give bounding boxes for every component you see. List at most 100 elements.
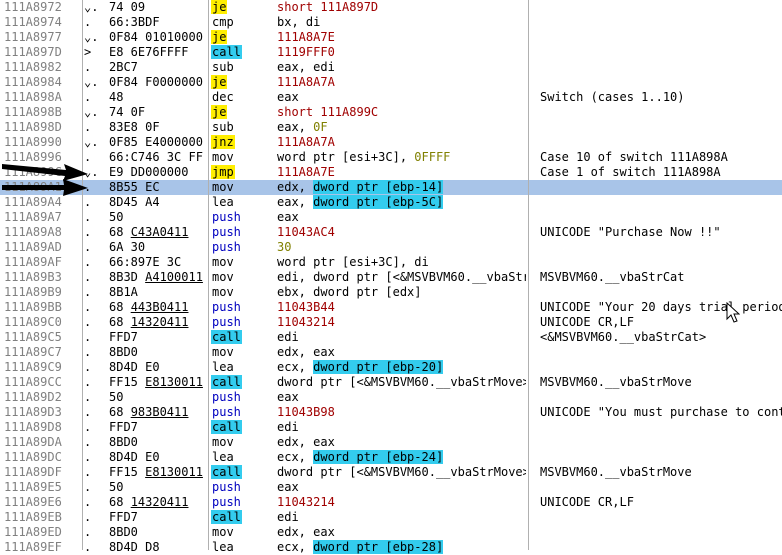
disassembly-row[interactable]: 111A898A. 48 dec eax Switch (cases 1..10) [0, 90, 782, 105]
comment-cell: MSVBVM60.__vbaStrCat [540, 270, 685, 284]
hex-bytes: 68 [109, 495, 131, 509]
disassembly-row[interactable]: 111A899C⌄.E9 DD000000jmp111A8A7ECase 1 o… [0, 165, 782, 180]
comment-cell: <&MSVBVM60.__vbaStrCat> [540, 330, 707, 344]
hex-bytes: 8BD0 [109, 345, 138, 359]
mnemonic-cell: lea [211, 360, 273, 375]
hex-bytes-cell: 48 [109, 90, 209, 105]
hex-bytes-cell: 8D4D E0 [109, 450, 209, 465]
operands-cell: edi [277, 330, 526, 345]
disassembly-row[interactable]: 111A89EB. FFD7 call edi [0, 510, 782, 525]
jump-marker: ⌄. [84, 135, 99, 149]
hex-bytes: 8B55 EC [109, 180, 160, 194]
hex-bytes: 48 [109, 90, 124, 104]
disassembly-row[interactable]: 111A8972 ⌄. 74 09 je short 111A897D [0, 0, 782, 15]
jump-marker: . [84, 240, 92, 254]
disassembly-row[interactable]: 111A89AF. 66:897E 3C mov word ptr [esi+3C],… [0, 255, 782, 270]
operands: 111A8A7E [277, 165, 335, 179]
mnemonic: je [211, 0, 228, 14]
disassembly-row[interactable]: 111A89EF. 8D4D D8 lea ecx, dword ptr [ebp-2… [0, 540, 782, 555]
disassembly-row[interactable]: 111A8984 ⌄. 0F84 F0000000 je 111A8A7A [0, 75, 782, 90]
disassembly-row[interactable]: 111A89A4. 8D45 A4 lea eax, dword ptr [ebp-5… [0, 195, 782, 210]
disassembly-row[interactable]: 111A89DA. 8BD0 mov edx, eax [0, 435, 782, 450]
operands-cell: ebx, dword ptr [edx] [277, 285, 526, 300]
disassembly-row[interactable]: 111A89D8. FFD7 call edi [0, 420, 782, 435]
disassembly-row[interactable]: 111A89DC. 8D4D E0 lea ecx, dword ptr [ebp-2… [0, 450, 782, 465]
comment-cell: Case 1 of switch 111A898A [540, 165, 721, 179]
hex-bytes: 8B3D [109, 270, 146, 284]
address-cell: 111A897D [4, 45, 62, 59]
mnemonic: push [212, 480, 241, 494]
mnemonic-cell: dec [211, 90, 273, 105]
disassembly-row[interactable]: 111A8982. 2BC7 sub eax, edi [0, 60, 782, 75]
jump-marker: . [84, 450, 92, 464]
black-arrow-icon [2, 164, 88, 196]
mnemonic-cell: je [211, 105, 273, 120]
operands: edi [277, 330, 299, 344]
hex-bytes-cell: 6A 30 [109, 240, 209, 255]
hex-bytes: 50 [109, 210, 124, 224]
operands: 111A8A7A [277, 135, 335, 149]
mnemonic: push [212, 315, 241, 329]
comment-cell [540, 0, 782, 15]
disassembly-row[interactable]: 111A898B ⌄. 74 0F je short 111A899C [0, 105, 782, 120]
jump-marker: ⌄. [84, 0, 99, 14]
operands: ecx, [277, 450, 314, 464]
disassembly-row[interactable]: 111A8996. 66:C746 3C FF mov word ptr [esi+3… [0, 150, 782, 165]
column-separator-hex [208, 0, 209, 550]
disassembly-row[interactable]: 111A89DF. FF15 E8130011 call dword ptr [<&M… [0, 465, 782, 480]
address-cell: 111A89D8 [4, 420, 62, 434]
disassembly-row[interactable]: 111A8977 ⌄. 0F84 01010000 je 111A8A7E [0, 30, 782, 45]
disassembly-row[interactable]: 111A89A1.8B55 ECmovedx, dword ptr [ebp-1… [0, 180, 782, 195]
comment-cell [540, 195, 782, 210]
operands: eax [277, 390, 299, 404]
comment-cell [540, 510, 782, 525]
disassembly-row[interactable]: 111A89C7. 8BD0 mov edx, eax [0, 345, 782, 360]
disassembly-row[interactable]: 111A89AD. 6A 30 push 30 [0, 240, 782, 255]
hex-bytes: 8D4D D8 [109, 540, 160, 554]
mnemonic-cell: sub [211, 60, 273, 75]
hex-bytes-cell: 8B3D A4100011 [109, 270, 209, 285]
disassembly-row[interactable]: 111A89A8. 68 C43A0411 push 11043AC4 UNICODE … [0, 225, 782, 240]
mnemonic-cell: call [211, 45, 273, 60]
disassembly-row[interactable]: 111A89B9. 8B1A mov ebx, dword ptr [edx] [0, 285, 782, 300]
hex-bytes: FF15 [109, 375, 146, 389]
disassembly-row[interactable]: 111A89E5. 50 push eax [0, 480, 782, 495]
hex-bytes: 8BD0 [109, 525, 138, 539]
disassembly-row[interactable]: 111A898D. 83E8 0F sub eax, 0F [0, 120, 782, 135]
disassembly-row[interactable]: 111A89C0. 68 14320411 push 11043214 UNICODE … [0, 315, 782, 330]
disassembly-row[interactable]: 111A89E6. 68 14320411 push 11043214 UNICODE … [0, 495, 782, 510]
operands: eax [277, 210, 299, 224]
mnemonic-cell: mov [211, 285, 273, 300]
address-cell: 111A8990 [4, 135, 62, 149]
operands-cell: 11043214 [277, 495, 526, 510]
hex-bytes-cell: 66:3BDF [109, 15, 209, 30]
mnemonic: je [211, 105, 228, 119]
operands-cell: eax [277, 90, 526, 105]
address-cell: 111A89ED [4, 525, 62, 539]
hex-bytes: 66:C746 3C FF [109, 150, 203, 164]
disassembly-row[interactable]: 111A89ED. 8BD0 mov edx, eax [0, 525, 782, 540]
disassembly-row[interactable]: 111A89C9. 8D4D E0 lea ecx, dword ptr [ebp-2… [0, 360, 782, 375]
operands-cell: edx, eax [277, 435, 526, 450]
hex-bytes-cell: 8D4D D8 [109, 540, 209, 555]
operands: short 111A899C [277, 105, 379, 119]
disassembly-row[interactable]: 111A89B3. 8B3D A4100011 mov edi, dword ptr … [0, 270, 782, 285]
disassembly-row[interactable]: 111A89D3. 68 983B0411 push 11043B98 UNICODE … [0, 405, 782, 420]
disassembly-row[interactable]: 111A89C5. FFD7 call edi <&MSVBVM60.__vbaStrC… [0, 330, 782, 345]
disassembly-row[interactable]: 111A89CC. FF15 E8130011 call dword ptr [<&M… [0, 375, 782, 390]
disassembly-row[interactable]: 111A89A7. 50 push eax [0, 210, 782, 225]
mnemonic: push [212, 240, 241, 254]
hex-bytes-cell: 8B55 EC [109, 180, 209, 195]
disassembly-row[interactable]: 111A8990 ⌄. 0F85 E4000000 jnz 111A8A7A [0, 135, 782, 150]
hex-bytes-cell: 68 14320411 [109, 315, 209, 330]
operands-cell: 111A8A7A [277, 135, 526, 150]
comment-cell: UNICODE "Purchase Now !!" [540, 225, 721, 239]
disassembly-row[interactable]: 111A89D2. 50 push eax [0, 390, 782, 405]
disassembly-row[interactable]: 111A89BB. 68 443B0411 push 11043B44 UNICODE … [0, 300, 782, 315]
address-cell: 111A898A [4, 90, 62, 104]
disassembly-row[interactable]: 111A897D > E8 6E76FFFF call 1119FFF0 [0, 45, 782, 60]
memory-operand: dword ptr [ebp-5C] [313, 195, 444, 209]
comment-cell: Switch (cases 1..10) [540, 90, 685, 104]
disassembly-row[interactable]: 111A8974. 66:3BDF cmp bx, di [0, 15, 782, 30]
mnemonic: cmp [212, 15, 234, 29]
